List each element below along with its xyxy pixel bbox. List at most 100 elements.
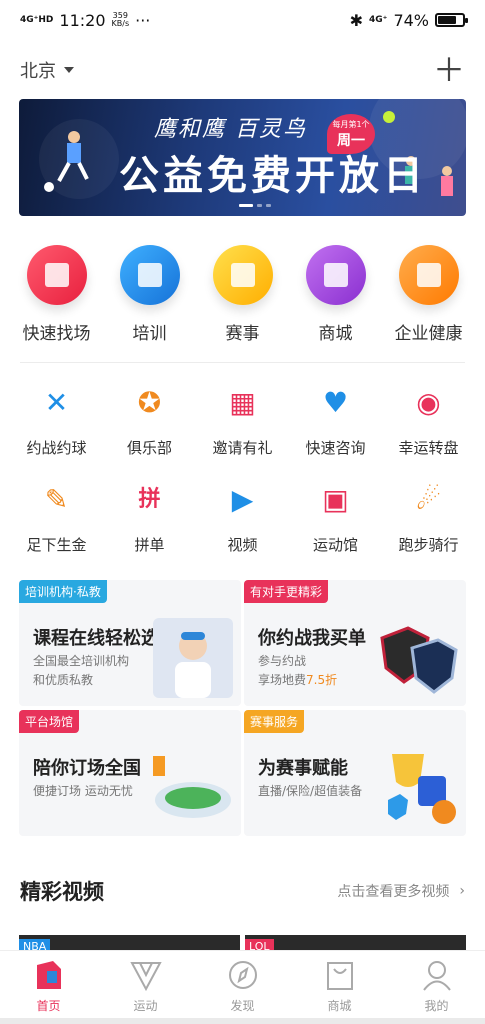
tab-label: 首页: [36, 999, 61, 1013]
banner-date-badge: 每月第1个 周一: [327, 114, 375, 154]
video-section-header: 精彩视频 点击查看更多视频 ›: [20, 876, 465, 906]
runner-icon: ☄: [415, 483, 442, 516]
grid-item-group-order[interactable]: 拼 拼单: [103, 482, 196, 579]
tab-label: 商城: [327, 999, 352, 1013]
card-challenge[interactable]: 有对手更精彩 你约战我买单 参与约战 享场地费7.5折: [244, 580, 466, 706]
banner-title: 公益免费开放日: [119, 152, 427, 199]
lightning-icon: [26, 245, 87, 305]
book-icon: [119, 245, 180, 305]
battery-icon: [435, 13, 468, 27]
grid-item-challenge[interactable]: ✕ 约战约球: [10, 385, 103, 482]
wheel-icon: ◉: [416, 386, 441, 419]
badge-top-text: 每月第1个: [332, 120, 370, 129]
city-selector[interactable]: 北京: [20, 57, 74, 83]
gift-icon: ▦: [229, 386, 256, 419]
caret-down-icon: [64, 67, 74, 73]
tab-mall[interactable]: 商城: [291, 951, 388, 1024]
chat-heart-icon: ♥: [322, 386, 349, 419]
grid-item-consult[interactable]: ♥ 快速咨询: [289, 385, 382, 482]
coach-icon: [175, 632, 211, 698]
tab-home[interactable]: 首页: [0, 951, 97, 1024]
main-categories: 快速找场 培训 赛事 商城 企业健康: [10, 245, 475, 344]
header-bar: 北京 ＋: [20, 52, 465, 88]
bag-icon: [324, 959, 356, 991]
banner-subtitle: 鹰和鹰 百灵鸟: [154, 117, 307, 142]
battery-percent: 74%: [393, 10, 429, 30]
group-order-icon: 拼: [138, 487, 161, 512]
carousel-dot: [266, 204, 271, 207]
tab-label: 我的: [424, 999, 449, 1013]
network-indicator-2: 4G⁺: [369, 14, 388, 25]
status-bar: 4G⁺HD 11:20 359 KB/s ··· ✱ 4G⁺ 74%: [0, 0, 485, 40]
carousel-dot: [257, 204, 262, 207]
speed-indicator: 359 KB/s: [112, 12, 130, 28]
grid-item-sports-hall[interactable]: ▣ 运动馆: [289, 482, 382, 579]
card-title: 陪你订场全国: [33, 758, 141, 779]
more-videos-link[interactable]: 点击查看更多视频 ›: [337, 881, 465, 901]
card-tag: 赛事服务: [244, 710, 305, 733]
category-events[interactable]: 赛事: [196, 245, 289, 344]
grid-item-invite[interactable]: ▦ 邀请有礼: [196, 385, 289, 482]
bluetooth-icon: ✱: [349, 10, 364, 30]
grid-item-label: 拼单: [134, 536, 165, 554]
city-label: 北京: [20, 61, 56, 82]
grid-item-label: 运动馆: [312, 536, 358, 554]
discount-highlight: 7.5折: [306, 673, 338, 687]
category-label: 培训: [132, 324, 167, 344]
grid-item-label: 俱乐部: [126, 439, 172, 457]
system-nav-bar: [0, 1018, 485, 1024]
carousel-indicator: [239, 204, 271, 207]
team-shields-illustration: [378, 618, 458, 698]
category-quick-venue[interactable]: 快速找场: [10, 245, 103, 344]
grid-item-label: 幸运转盘: [398, 439, 459, 457]
category-label: 商城: [318, 324, 353, 344]
shield-icon: [380, 626, 458, 694]
card-desc-prefix: 享场地费: [258, 673, 307, 687]
coach-illustration: [153, 618, 233, 698]
grid-item-label: 快速咨询: [305, 439, 366, 457]
grid-item-steps-gold[interactable]: ✎ 足下生金: [10, 482, 103, 579]
stadium-illustration: [153, 748, 233, 828]
trophy-icon: [388, 754, 456, 824]
card-venue[interactable]: 平台场馆 陪你订场全国 便捷订场 运动无忧: [19, 710, 241, 836]
carousel-dot-active: [239, 204, 253, 207]
category-training[interactable]: 培训: [103, 245, 196, 344]
category-corporate-health[interactable]: 企业健康: [382, 245, 475, 344]
grid-item-video[interactable]: ▶ 视频: [196, 482, 289, 579]
card-training[interactable]: 培训机构·私教 课程在线轻松选 全国最全培训机构 和优质私教: [19, 580, 241, 706]
grid-item-label: 约战约球: [26, 439, 87, 457]
card-title: 课程在线轻松选: [33, 628, 159, 649]
plus-icon[interactable]: ＋: [433, 54, 465, 86]
grid-item-run-ride[interactable]: ☄ 跑步骑行: [382, 482, 475, 579]
grid-item-lucky-wheel[interactable]: ◉ 幸运转盘: [382, 385, 475, 482]
briefcase-icon: [398, 245, 459, 305]
tab-discover[interactable]: 发现: [194, 951, 291, 1024]
promo-banner[interactable]: 鹰和鹰 百灵鸟 公益免费开放日 每月第1个 周一: [19, 99, 466, 216]
tab-profile[interactable]: 我的: [388, 951, 485, 1024]
card-event-services[interactable]: 赛事服务 为赛事赋能 直播/保险/超值装备: [244, 710, 466, 836]
home-icon: [33, 959, 65, 991]
stadium-icon: [153, 756, 231, 818]
card-title: 你约战我买单: [258, 628, 366, 649]
section-title: 精彩视频: [20, 880, 104, 904]
battery-fill: [438, 16, 456, 24]
grid-item-label: 足下生金: [26, 536, 87, 554]
pen-coin-icon: ✎: [44, 483, 69, 516]
stadium-icon: ▣: [322, 483, 349, 516]
category-mall[interactable]: 商城: [289, 245, 382, 344]
shopping-bag-icon: [305, 245, 366, 305]
category-label: 快速找场: [22, 324, 91, 344]
network-indicator: 4G⁺HD: [20, 14, 54, 25]
card-tag: 培训机构·私教: [19, 580, 107, 603]
tab-sport[interactable]: 运动: [97, 951, 194, 1024]
grid-item-club[interactable]: ✪ 俱乐部: [103, 385, 196, 482]
event-services-illustration: [378, 748, 458, 828]
sport-v-icon: [129, 959, 162, 991]
divider: [20, 362, 465, 363]
tv-play-icon: ▶: [231, 483, 254, 516]
category-label: 赛事: [225, 324, 260, 344]
tab-label: 运动: [133, 999, 158, 1013]
feature-grid: ✕ 约战约球 ✪ 俱乐部 ▦ 邀请有礼 ♥ 快速咨询 ◉ 幸运转盘 ✎ 足下生金…: [10, 385, 475, 579]
grid-item-label: 视频: [227, 536, 258, 554]
more-videos-label: 点击查看更多视频: [337, 884, 450, 900]
